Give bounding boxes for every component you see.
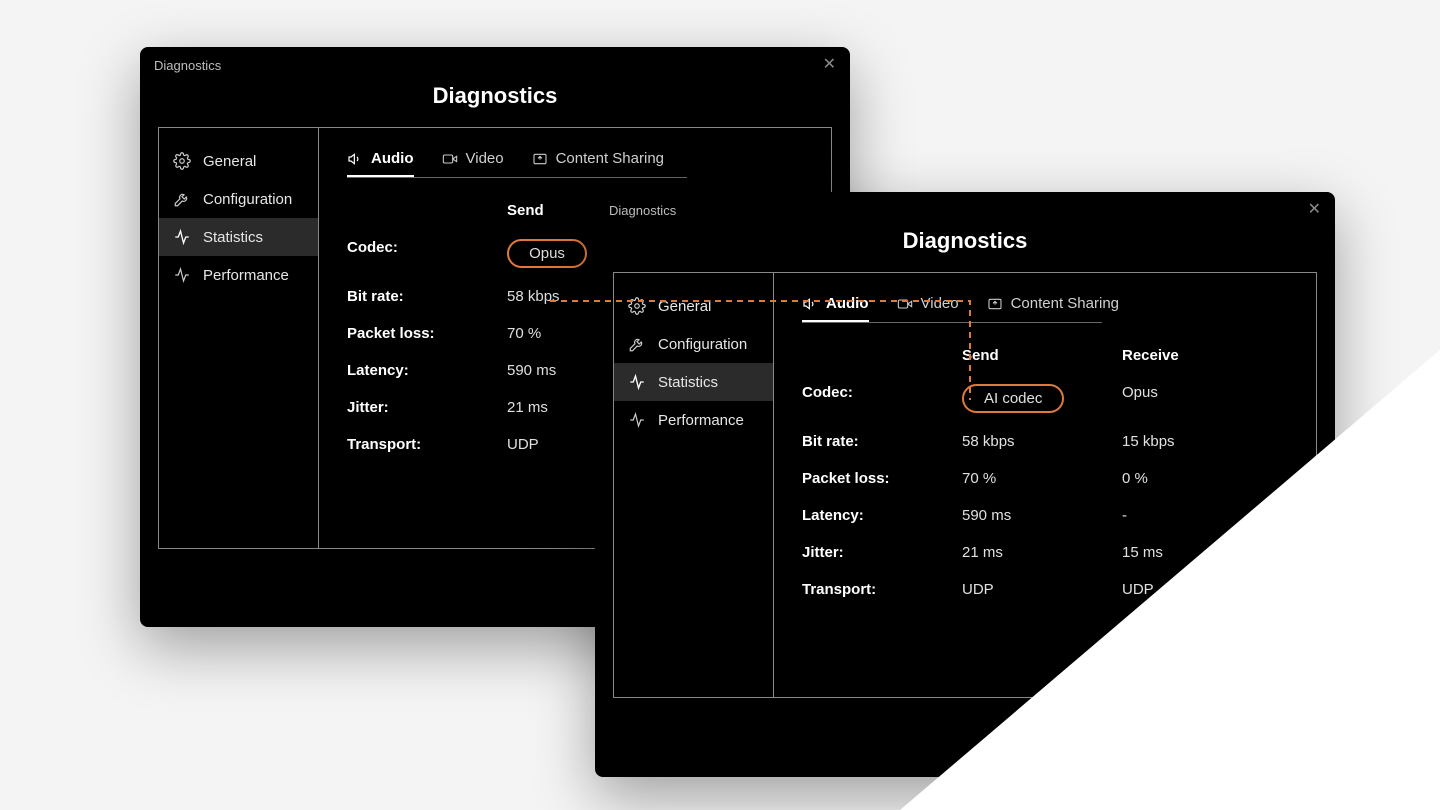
pulse-icon: [173, 228, 191, 246]
row-jitter: Jitter:: [347, 399, 467, 416]
sidebar-item-general[interactable]: General: [159, 142, 318, 180]
packetloss-receive-value: 0 %: [1122, 470, 1242, 487]
panel-title: Diagnostics: [140, 83, 850, 109]
sidebar-item-label: Performance: [203, 267, 289, 284]
tab-video[interactable]: Video: [442, 144, 504, 177]
bitrate-receive-value: 15 kbps: [1122, 433, 1242, 450]
titlebar: Diagnostics ✕: [595, 192, 1335, 220]
sidebar-item-performance[interactable]: Performance: [614, 401, 773, 439]
row-transport: Transport:: [347, 436, 467, 453]
tab-divider: [347, 177, 687, 178]
stats-grid: Send Receive Codec: AI codec Opus Bit ra…: [802, 347, 1288, 598]
transport-receive-value: UDP: [1122, 581, 1242, 598]
sidebar-item-label: Statistics: [203, 229, 263, 246]
tab-label: Audio: [371, 150, 414, 167]
sidebar-item-label: Configuration: [203, 191, 292, 208]
latency-receive-value: -: [1122, 507, 1242, 524]
titlebar-label: Diagnostics: [609, 203, 676, 218]
titlebar: Diagnostics ✕: [140, 47, 850, 75]
tab-label: Content Sharing: [1011, 295, 1119, 312]
tab-audio[interactable]: Audio: [802, 289, 869, 322]
panel-inner: General Configuration Statistics Perform…: [613, 272, 1317, 698]
codec-send-value: AI codec: [984, 390, 1042, 407]
close-icon[interactable]: ✕: [1308, 202, 1321, 218]
bitrate-send-value: 58 kbps: [962, 433, 1082, 450]
tab-content-sharing[interactable]: Content Sharing: [987, 289, 1119, 322]
titlebar-label: Diagnostics: [154, 58, 221, 73]
sidebar-item-label: General: [658, 298, 711, 315]
col-receive: Receive: [1122, 347, 1242, 364]
sidebar-item-label: Statistics: [658, 374, 718, 391]
pulse-icon: [173, 266, 191, 284]
sidebar-item-statistics[interactable]: Statistics: [614, 363, 773, 401]
sidebar-item-label: General: [203, 153, 256, 170]
panel-title: Diagnostics: [595, 228, 1335, 254]
speaker-icon: [802, 296, 818, 312]
row-codec: Codec:: [347, 239, 467, 268]
row-latency: Latency:: [802, 507, 922, 524]
packetloss-send-value: 70 %: [962, 470, 1082, 487]
tab-content-sharing[interactable]: Content Sharing: [532, 144, 664, 177]
sidebar: General Configuration Statistics Perform…: [614, 273, 774, 697]
pulse-icon: [628, 411, 646, 429]
tab-video[interactable]: Video: [897, 289, 959, 322]
col-send: Send: [962, 347, 1082, 364]
tab-divider: [802, 322, 1102, 323]
tabs: Audio Video Content Sharing: [802, 289, 1288, 322]
diagnostics-panel-after: Diagnostics ✕ Diagnostics General Config…: [595, 192, 1335, 777]
sidebar-item-general[interactable]: General: [614, 287, 773, 325]
tabs: Audio Video Content Sharing: [347, 144, 803, 177]
sidebar-item-configuration[interactable]: Configuration: [614, 325, 773, 363]
latency-send-value: 590 ms: [962, 507, 1082, 524]
transport-send-value: UDP: [962, 581, 1082, 598]
sidebar-item-label: Configuration: [658, 336, 747, 353]
sidebar-item-label: Performance: [658, 412, 744, 429]
sidebar-item-performance[interactable]: Performance: [159, 256, 318, 294]
tab-label: Audio: [826, 295, 869, 312]
content: Audio Video Content Sharing Send Receive…: [774, 273, 1316, 697]
tab-label: Video: [466, 150, 504, 167]
export-all-data-button[interactable]: Export all data: [1169, 718, 1309, 755]
row-bitrate: Bit rate:: [802, 433, 922, 450]
row-packetloss: Packet loss:: [347, 325, 467, 342]
row-transport: Transport:: [802, 581, 922, 598]
video-icon: [442, 151, 458, 167]
tab-audio[interactable]: Audio: [347, 144, 414, 177]
video-icon: [897, 296, 913, 312]
share-screen-icon: [532, 151, 548, 167]
row-latency: Latency:: [347, 362, 467, 379]
close-icon[interactable]: ✕: [823, 57, 836, 73]
tools-icon: [628, 335, 646, 353]
codec-send-highlight: AI codec: [962, 384, 1082, 413]
sidebar-item-statistics[interactable]: Statistics: [159, 218, 318, 256]
row-jitter: Jitter:: [802, 544, 922, 561]
sidebar: General Configuration Statistics Perform…: [159, 128, 319, 548]
pulse-icon: [628, 373, 646, 391]
tools-icon: [173, 190, 191, 208]
codec-receive-value: Opus: [1122, 384, 1242, 413]
jitter-send-value: 21 ms: [962, 544, 1082, 561]
gear-icon: [173, 152, 191, 170]
tab-label: Video: [921, 295, 959, 312]
jitter-receive-value: 15 ms: [1122, 544, 1242, 561]
gear-icon: [628, 297, 646, 315]
codec-send-value: Opus: [529, 245, 565, 262]
row-bitrate: Bit rate:: [347, 288, 467, 305]
row-codec: Codec:: [802, 384, 922, 413]
speaker-icon: [347, 151, 363, 167]
tab-label: Content Sharing: [556, 150, 664, 167]
share-screen-icon: [987, 296, 1003, 312]
sidebar-item-configuration[interactable]: Configuration: [159, 180, 318, 218]
row-packetloss: Packet loss:: [802, 470, 922, 487]
